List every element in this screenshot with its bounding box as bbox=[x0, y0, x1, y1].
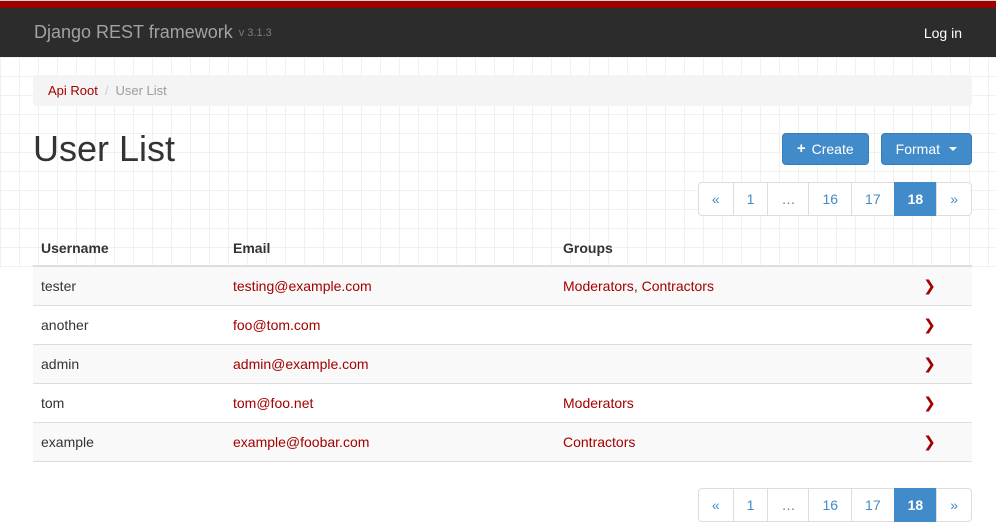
pagination-page-…: … bbox=[767, 182, 809, 216]
pagination-page-1-item: 1 bbox=[734, 182, 769, 216]
pagination-prev[interactable]: « bbox=[698, 488, 734, 522]
groups-cell: Moderators bbox=[555, 384, 887, 423]
pagination-prev[interactable]: « bbox=[698, 182, 734, 216]
column-header-groups: Groups bbox=[555, 231, 887, 266]
email-cell: tom@foo.net bbox=[225, 384, 555, 423]
row-chevron-icon[interactable]: ❯ bbox=[923, 434, 936, 451]
toolbar: + Create Format bbox=[782, 133, 972, 165]
table-row: another foo@tom.com ❯ bbox=[33, 306, 972, 345]
breadcrumb-current: User List bbox=[116, 83, 167, 98]
row-chevron-icon[interactable]: ❯ bbox=[923, 278, 936, 295]
groups-cell bbox=[555, 345, 887, 384]
pagination-page-17[interactable]: 17 bbox=[851, 488, 895, 522]
detail-cell: ❯ bbox=[887, 384, 972, 423]
create-button[interactable]: + Create bbox=[782, 133, 869, 165]
pagination-page-18[interactable]: 18 bbox=[894, 488, 938, 522]
pagination-prev-item: « bbox=[698, 182, 734, 216]
pagination-next[interactable]: » bbox=[936, 488, 972, 522]
email-cell: example@foobar.com bbox=[225, 423, 555, 462]
group-link[interactable]: Moderators bbox=[563, 278, 634, 294]
email-link[interactable]: example@foobar.com bbox=[233, 434, 369, 450]
username-cell: tester bbox=[33, 266, 225, 306]
email-link[interactable]: tom@foo.net bbox=[233, 395, 313, 411]
email-cell: testing@example.com bbox=[225, 266, 555, 306]
breadcrumb-separator: / bbox=[105, 83, 109, 98]
detail-cell: ❯ bbox=[887, 345, 972, 384]
pagination-page-1-item: 1 bbox=[734, 488, 769, 522]
pagination-page-…-item: … bbox=[768, 182, 809, 216]
breadcrumb-api-root-link[interactable]: Api Root bbox=[48, 83, 98, 98]
email-cell: foo@tom.com bbox=[225, 306, 555, 345]
pagination-next-item: » bbox=[937, 182, 972, 216]
pagination-page-18-item: 18 bbox=[895, 182, 938, 216]
groups-cell: Contractors bbox=[555, 423, 887, 462]
plus-icon: + bbox=[797, 141, 806, 157]
pagination-page-…: … bbox=[767, 488, 809, 522]
username-cell: example bbox=[33, 423, 225, 462]
navbar: Django REST framework v 3.1.3 Log in bbox=[0, 8, 996, 57]
pagination-page-17[interactable]: 17 bbox=[851, 182, 895, 216]
pagination-top: «1…161718» bbox=[698, 182, 972, 216]
groups-cell bbox=[555, 306, 887, 345]
chevron-down-icon bbox=[949, 147, 957, 151]
table-row: example example@foobar.com Contractors ❯ bbox=[33, 423, 972, 462]
pagination-top-row: «1…161718» bbox=[33, 182, 972, 216]
group-link[interactable]: Contractors bbox=[642, 278, 714, 294]
breadcrumb: Api Root / User List bbox=[33, 75, 972, 106]
pagination-page-17-item: 17 bbox=[852, 488, 895, 522]
pagination-page-16-item: 16 bbox=[809, 182, 852, 216]
column-header-username: Username bbox=[33, 231, 225, 266]
pagination-next[interactable]: » bbox=[936, 182, 972, 216]
navbar-brand[interactable]: Django REST framework bbox=[34, 22, 233, 43]
username-cell: tom bbox=[33, 384, 225, 423]
username-cell: another bbox=[33, 306, 225, 345]
pagination-page-1[interactable]: 1 bbox=[733, 182, 769, 216]
email-link[interactable]: foo@tom.com bbox=[233, 317, 320, 333]
page-header: User List + Create Format bbox=[33, 128, 972, 170]
table-header: Username Email Groups bbox=[33, 231, 972, 266]
groups-cell: Moderators, Contractors bbox=[555, 266, 887, 306]
email-link[interactable]: admin@example.com bbox=[233, 356, 369, 372]
email-link[interactable]: testing@example.com bbox=[233, 278, 372, 294]
navbar-version: v 3.1.3 bbox=[239, 27, 272, 39]
group-link[interactable]: Moderators bbox=[563, 395, 634, 411]
column-header-detail bbox=[887, 231, 972, 266]
pagination-page-16[interactable]: 16 bbox=[808, 488, 852, 522]
pagination-page-17-item: 17 bbox=[852, 182, 895, 216]
column-header-email: Email bbox=[225, 231, 555, 266]
pagination-page-…-item: … bbox=[768, 488, 809, 522]
row-chevron-icon[interactable]: ❯ bbox=[923, 317, 936, 334]
email-cell: admin@example.com bbox=[225, 345, 555, 384]
detail-cell: ❯ bbox=[887, 423, 972, 462]
login-link[interactable]: Log in bbox=[924, 25, 962, 41]
row-chevron-icon[interactable]: ❯ bbox=[923, 356, 936, 373]
pagination-page-16[interactable]: 16 bbox=[808, 182, 852, 216]
pagination-page-18[interactable]: 18 bbox=[894, 182, 938, 216]
page-title: User List bbox=[33, 128, 175, 170]
pagination-page-16-item: 16 bbox=[809, 488, 852, 522]
pagination-page-1[interactable]: 1 bbox=[733, 488, 769, 522]
main-container: Api Root / User List User List + Create Fo… bbox=[33, 75, 972, 522]
create-button-label: Create bbox=[812, 141, 854, 157]
pagination-next-item: » bbox=[937, 488, 972, 522]
format-button-label: Format bbox=[896, 141, 940, 157]
pagination-page-18-item: 18 bbox=[895, 488, 938, 522]
table-row: admin admin@example.com ❯ bbox=[33, 345, 972, 384]
username-cell: admin bbox=[33, 345, 225, 384]
brand-red-bar bbox=[0, 1, 996, 8]
row-chevron-icon[interactable]: ❯ bbox=[923, 395, 936, 412]
user-table: Username Email Groups tester testing@exam… bbox=[33, 231, 972, 462]
detail-cell: ❯ bbox=[887, 266, 972, 306]
pagination-prev-item: « bbox=[698, 488, 734, 522]
pagination-bottom: «1…161718» bbox=[698, 488, 972, 522]
table-row: tester testing@example.com Moderators, Con… bbox=[33, 266, 972, 306]
group-link[interactable]: Contractors bbox=[563, 434, 635, 450]
format-dropdown-button[interactable]: Format bbox=[881, 133, 972, 165]
table-row: tom tom@foo.net Moderators ❯ bbox=[33, 384, 972, 423]
detail-cell: ❯ bbox=[887, 306, 972, 345]
pagination-bottom-row: «1…161718» bbox=[33, 488, 972, 522]
table-body: tester testing@example.com Moderators, Con… bbox=[33, 266, 972, 462]
